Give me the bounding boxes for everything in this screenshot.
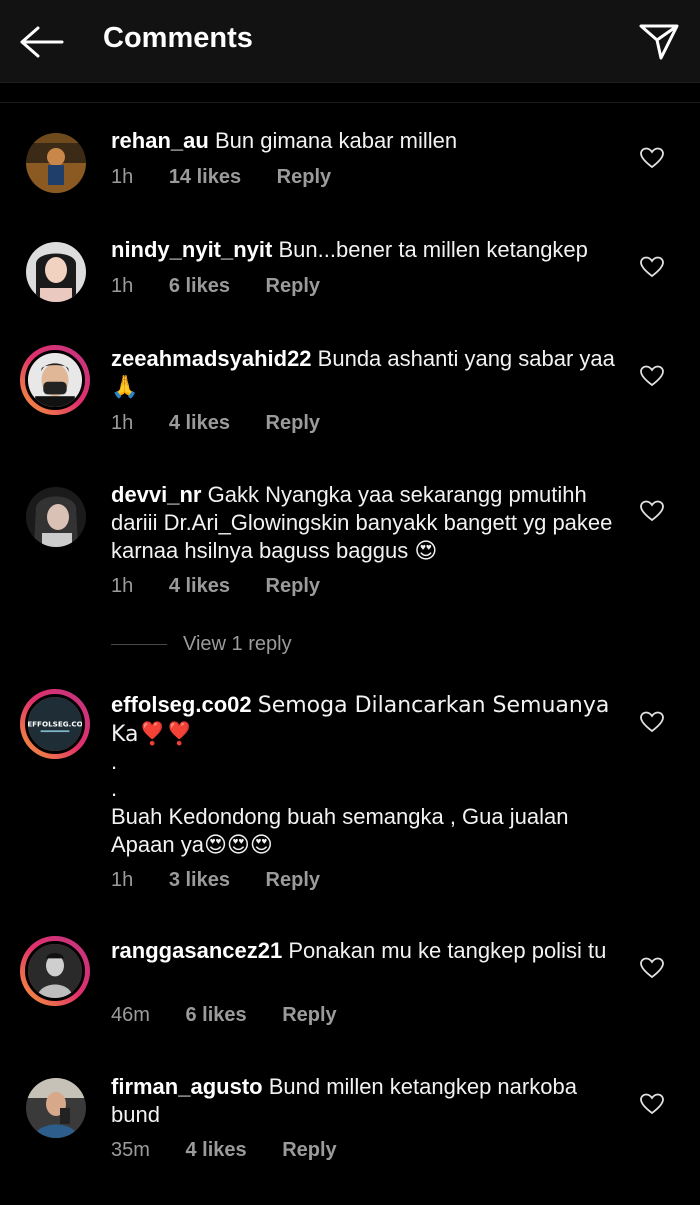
comment-body: Bun gimana kabar millen	[214, 128, 458, 153]
paper-plane-icon[interactable]	[638, 22, 680, 62]
comment-text: rehan_au Bun gimana kabar millen	[111, 127, 621, 155]
comment-meta: 1h 4 likes Reply	[111, 575, 350, 601]
timestamp: 1h	[111, 575, 134, 597]
divider	[0, 102, 700, 103]
divider	[111, 644, 167, 646]
comment-text: ranggasancez21 Ponakan mu ke tangkep pol…	[111, 937, 621, 965]
username-link[interactable]: devvi_nr	[111, 482, 202, 507]
reply-button[interactable]: Reply	[277, 166, 331, 189]
view-replies-label[interactable]: View 1 reply	[183, 633, 292, 655]
comment-text: devvi_nr Gakk Nyangka yaa sekarangg pmut…	[111, 481, 621, 565]
heart-icon[interactable]	[640, 500, 664, 522]
heart-icon[interactable]	[640, 147, 664, 169]
timestamp: 1h	[111, 412, 134, 434]
likes-count[interactable]: 4 likes	[169, 575, 230, 598]
reply-button[interactable]: Reply	[266, 412, 320, 435]
reply-button[interactable]: Reply	[266, 275, 320, 298]
avatar[interactable]	[20, 481, 90, 551]
top-bar: Comments	[0, 0, 700, 83]
username-link[interactable]: effolseg.co02	[111, 692, 252, 717]
avatar[interactable]: EFFOLSEG.CO	[20, 689, 90, 759]
timestamp: 1h	[111, 869, 134, 891]
comment-meta: 1h 4 likes Reply	[111, 412, 350, 438]
comment-meta: 35m 4 likes Reply	[111, 1139, 367, 1165]
username-link[interactable]: zeeahmadsyahid22	[111, 346, 312, 371]
comment-text: effolseg.co02 Semoga Dilancarkan Semuany…	[111, 691, 621, 749]
heart-icon[interactable]	[640, 365, 664, 387]
avatar[interactable]	[20, 345, 90, 415]
heart-icon[interactable]	[640, 1093, 664, 1115]
timestamp: 1h	[111, 275, 134, 297]
comment-text: nindy_nyit_nyit Bun...bener ta millen ke…	[111, 236, 621, 264]
avatar-logo-text: EFFOLSEG.CO	[28, 720, 82, 729]
likes-count[interactable]: 4 likes	[185, 1139, 246, 1162]
avatar[interactable]	[20, 1072, 90, 1142]
timestamp: 35m	[111, 1139, 150, 1161]
reply-button[interactable]: Reply	[266, 869, 320, 892]
comment-body-line: .	[111, 776, 118, 801]
comment-body: Ponakan mu ke tangkep polisi tu	[288, 938, 607, 963]
comment-body-line: .	[111, 749, 118, 774]
page-title: Comments	[103, 22, 253, 54]
likes-count[interactable]: 6 likes	[185, 1004, 246, 1027]
comment-body: Bun...bener ta millen ketangkep	[278, 237, 588, 262]
comment-text: firman_agusto Bund millen ketangkep nark…	[111, 1073, 621, 1129]
reply-button[interactable]: Reply	[266, 575, 320, 598]
username-link[interactable]: nindy_nyit_nyit	[111, 237, 272, 262]
timestamp: 46m	[111, 1004, 150, 1026]
heart-icon[interactable]	[640, 957, 664, 979]
comment-meta: 1h 6 likes Reply	[111, 275, 350, 301]
avatar[interactable]	[20, 127, 90, 197]
heart-icon[interactable]	[640, 256, 664, 278]
arrow-left-icon[interactable]	[18, 24, 64, 60]
username-link[interactable]: firman_agusto	[111, 1074, 263, 1099]
view-replies[interactable]: View 1 reply	[111, 633, 292, 659]
username-link[interactable]: rehan_au	[111, 128, 209, 153]
reply-button[interactable]: Reply	[282, 1004, 336, 1027]
likes-count[interactable]: 14 likes	[169, 166, 241, 189]
comment-meta: 46m 6 likes Reply	[111, 1004, 367, 1030]
heart-icon[interactable]	[640, 711, 664, 733]
comment-text: zeeahmadsyahid22 Bunda ashanti yang saba…	[111, 345, 621, 401]
username-link[interactable]: ranggasancez21	[111, 938, 282, 963]
reply-button[interactable]: Reply	[282, 1139, 336, 1162]
likes-count[interactable]: 6 likes	[169, 275, 230, 298]
comment-meta: 1h 3 likes Reply	[111, 869, 350, 895]
likes-count[interactable]: 3 likes	[169, 869, 230, 892]
likes-count[interactable]: 4 likes	[169, 412, 230, 435]
comment-body-extra: Buah Kedondong buah semangka , Gua juala…	[111, 804, 569, 857]
comment-meta: 1h 14 likes Reply	[111, 166, 361, 192]
avatar[interactable]	[20, 936, 90, 1006]
avatar[interactable]	[20, 236, 90, 306]
timestamp: 1h	[111, 166, 134, 188]
